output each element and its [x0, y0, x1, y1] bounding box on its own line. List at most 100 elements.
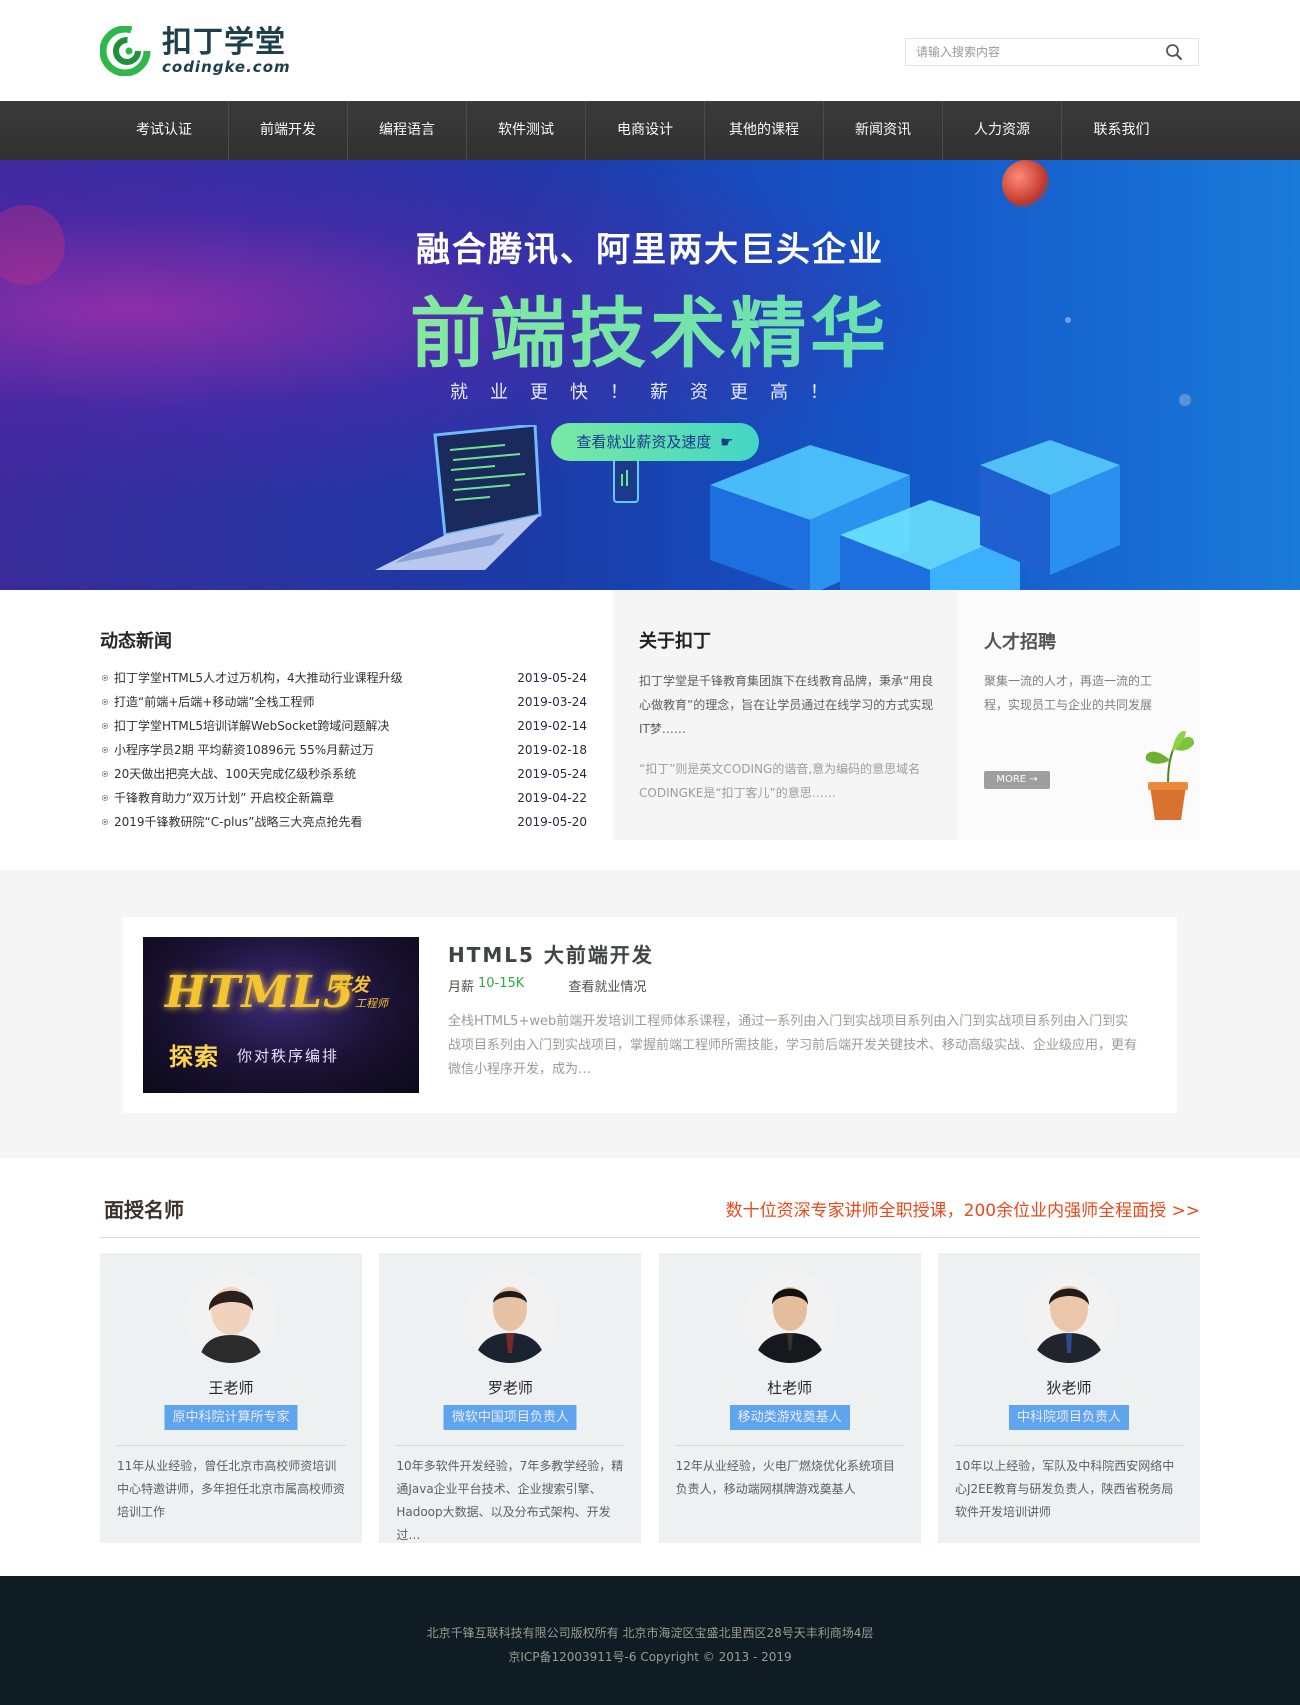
course-image-tag: 开发	[333, 975, 369, 996]
news-item[interactable]: 扣丁学堂HTML5培训详解WebSocket跨域问题解决 2019-02-14	[100, 714, 587, 738]
bullet-icon	[102, 723, 108, 729]
divider	[953, 1445, 1184, 1446]
footer-copyright: 北京千锋互联科技有限公司版权所有 北京市海淀区宝盛北里西区28号天丰利商场4层	[426, 1626, 874, 1640]
teacher-card[interactable]: 狄老师 中科院项目负责人 10年以上经验，军队及中科院西安网络中心J2EE教育与…	[937, 1253, 1200, 1543]
news-item-date: 2019-05-24	[517, 671, 587, 685]
divider	[116, 1445, 346, 1446]
recruit-column: 人才招聘 聚集一流的人才，再造一流的工程，实现员工与企业的共同发展 MORE →	[958, 590, 1200, 840]
hero-banner[interactable]: 融合腾讯、阿里两大巨头企业 前端技术精华 就业更快！薪资更高！ 查看就业薪资及速…	[0, 160, 1300, 590]
divider	[395, 1445, 626, 1446]
course-image-sub: 你对秩序编排	[237, 1047, 340, 1065]
teacher-card[interactable]: 罗老师 微软中国项目负责人 10年多软件开发经验，7年多教学经验，精通Java企…	[379, 1253, 642, 1543]
news-item[interactable]: 小程序学员2期 平均薪资10896元 55%月薪过万 2019-02-18	[100, 738, 587, 762]
teacher-avatar	[185, 1271, 277, 1363]
employment-link[interactable]: 查看就业情况	[568, 976, 646, 995]
news-title: 动态新闻	[100, 631, 172, 652]
teacher-description: 10年以上经验，军队及中科院西安网络中心J2EE教育与研发负责人，陕西省税务局软…	[954, 1459, 1175, 1519]
nav-item-news[interactable]: 新闻资讯	[824, 101, 943, 160]
news-item[interactable]: 千锋教育助力“双万计划” 开启校企新篇章 2019-04-22	[100, 786, 587, 810]
news-item-date: 2019-05-20	[517, 815, 587, 829]
teacher-avatar	[1022, 1271, 1115, 1363]
course-title: HTML5 大前端开发	[448, 943, 654, 967]
nav-item-programming[interactable]: 编程语言	[348, 101, 467, 160]
footer: 北京千锋互联科技有限公司版权所有 北京市海淀区宝盛北里西区28号天丰利商场4层 …	[0, 1576, 1300, 1705]
news-item-date: 2019-02-14	[517, 719, 587, 733]
nav-item-contact[interactable]: 联系我们	[1062, 101, 1181, 160]
nav-item-testing[interactable]: 软件测试	[467, 101, 586, 160]
search-input[interactable]	[916, 40, 1159, 64]
teacher-role-badge: 中科院项目负责人	[1008, 1405, 1129, 1430]
bullet-icon	[102, 675, 108, 681]
banner-cta-button[interactable]: 查看就业薪资及速度 ☛	[551, 423, 759, 461]
about-column: 关于扣丁 扣丁学堂是千锋教育集团旗下在线教育品牌，秉承“用良心做教育”的理念，旨…	[613, 590, 958, 840]
teacher-name: 狄老师	[1046, 1379, 1092, 1397]
nav-item-other-courses[interactable]: 其他的课程	[705, 101, 824, 160]
more-button[interactable]: MORE →	[984, 771, 1050, 789]
teacher-card[interactable]: 王老师 原中科院计算所专家 11年从业经验，曾任北京市高校师资培训中心特邀讲师，…	[100, 1253, 362, 1543]
laptop-illustration	[375, 425, 542, 570]
teacher-description: 11年从业经验，曾任北京市高校师资培训中心特邀讲师，多年担任北京市属高校师资培训…	[117, 1459, 346, 1519]
news-item-title: 小程序学员2期 平均薪资10896元 55%月薪过万	[114, 743, 375, 757]
news-item-title: 20天做出把亮大战、100天完成亿级秒杀系统	[114, 767, 357, 781]
nav-item-ecommerce[interactable]: 电商设计	[586, 101, 705, 160]
banner-cta-label: 查看就业薪资及速度	[576, 433, 712, 451]
course-description: 全栈HTML5+web前端开发培训工程师体系课程，通过一系列由入门到实战项目系列…	[448, 1014, 1138, 1077]
nav-item-frontend[interactable]: 前端开发	[229, 101, 348, 160]
banner-title: 前端技术精华	[0, 272, 1300, 382]
nav-item-exam[interactable]: 考试认证	[100, 101, 229, 160]
teacher-avatar	[743, 1271, 836, 1363]
course-meta: 月薪 10-15K 查看就业情况	[448, 976, 646, 995]
recruit-title: 人才招聘	[984, 632, 1056, 653]
logo-icon	[100, 26, 151, 76]
about-paragraph-secondary: “扣丁”则是英文CODING的谐音,意为编码的意思域名CODINGKE是“扣丁客…	[639, 762, 921, 800]
salary-label: 月薪	[448, 980, 475, 995]
footer-icp: 京ICP备12003911号-6 Copyright © 2013 - 2019	[508, 1650, 792, 1664]
teachers-header: 面授名师 数十位资深专家讲师全职授课，200余位业内强师全程面授 >>	[100, 1194, 1200, 1238]
search-icon[interactable]	[1165, 43, 1183, 61]
bullet-icon	[102, 699, 108, 705]
teachers-slogan-link[interactable]: 数十位资深专家讲师全职授课，200余位业内强师全程面授 >>	[726, 1196, 1200, 1221]
logo[interactable]: 扣丁学堂 codingke.com	[100, 26, 291, 76]
about-paragraph: 扣丁学堂是千锋教育集团旗下在线教育品牌，秉承“用良心做教育”的理念，旨在让学员通…	[639, 674, 934, 736]
news-item-title: 千锋教育助力“双万计划” 开启校企新篇章	[114, 791, 335, 805]
teachers-list: 王老师 原中科院计算所专家 11年从业经验，曾任北京市高校师资培训中心特邀讲师，…	[100, 1253, 1200, 1543]
news-item[interactable]: 扣丁学堂HTML5人才过万机构，4大推动行业课程升级 2019-05-24	[100, 666, 587, 690]
news-item-title: 打造“前端+后端+移动端”全栈工程师	[114, 695, 315, 709]
course-image-title: HTML5	[165, 967, 355, 1018]
news-item-title: 扣丁学堂HTML5人才过万机构，4大推动行业课程升级	[114, 671, 403, 685]
course-image: HTML5 开发 工程师 探索 你对秩序编排	[143, 937, 419, 1093]
bullet-icon	[102, 819, 108, 825]
teacher-description: 10年多软件开发经验，7年多教学经验，精通Java企业平台技术、企业搜索引擎、H…	[396, 1459, 624, 1542]
news-item-date: 2019-02-18	[517, 743, 587, 757]
teacher-role-badge: 移动类游戏奠基人	[729, 1405, 850, 1430]
logo-domain: codingke.com	[162, 58, 291, 76]
teacher-role-badge: 微软中国项目负责人	[443, 1405, 577, 1430]
main-nav: 考试认证 前端开发 编程语言 软件测试 电商设计 其他的课程 新闻资讯 人力资源…	[0, 101, 1300, 160]
pointer-hand-icon: ☛	[720, 433, 734, 451]
news-item-date: 2019-03-24	[517, 695, 587, 709]
news-column: 动态新闻 扣丁学堂HTML5人才过万机构，4大推动行业课程升级 2019-05-2…	[100, 590, 587, 840]
logo-title: 扣丁学堂	[162, 25, 286, 60]
nav-item-hr[interactable]: 人力资源	[943, 101, 1062, 160]
news-item[interactable]: 打造“前端+后端+移动端”全栈工程师 2019-03-24	[100, 690, 587, 714]
teacher-description: 12年从业经验，火电厂燃烧优化系统项目负责人，移动端网棋牌游戏奠基人	[675, 1459, 895, 1496]
salary-value: 10-15K	[478, 976, 525, 991]
news-item[interactable]: 2019千锋教研院“C-plus”战略三大亮点抢先看 2019-05-20	[100, 810, 587, 834]
search-box	[905, 38, 1199, 66]
course-image-explore: 探索	[169, 1042, 219, 1071]
news-item-date: 2019-05-24	[517, 767, 587, 781]
bullet-icon	[102, 795, 108, 801]
course-section: HTML5 开发 工程师 探索 你对秩序编排 HTML5 大前端开发 月薪 10…	[0, 870, 1300, 1158]
plant-icon	[1145, 730, 1195, 820]
course-card[interactable]: HTML5 开发 工程师 探索 你对秩序编排 HTML5 大前端开发 月薪 10…	[123, 917, 1177, 1113]
news-item-title: 扣丁学堂HTML5培训详解WebSocket跨域问题解决	[114, 719, 390, 733]
teacher-card[interactable]: 杜老师 移动类游戏奠基人 12年从业经验，火电厂燃烧优化系统项目负责人，移动端网…	[658, 1253, 921, 1543]
teacher-name: 杜老师	[767, 1379, 813, 1397]
course-image-tag2: 工程师	[355, 997, 388, 1010]
about-title: 关于扣丁	[639, 631, 711, 652]
info-section: 动态新闻 扣丁学堂HTML5人才过万机构，4大推动行业课程升级 2019-05-2…	[0, 590, 1300, 870]
teacher-avatar	[464, 1271, 557, 1363]
teacher-name: 罗老师	[487, 1379, 533, 1397]
logo-text: 扣丁学堂 codingke.com	[162, 25, 291, 76]
news-item[interactable]: 20天做出把亮大战、100天完成亿级秒杀系统 2019-05-24	[100, 762, 587, 786]
